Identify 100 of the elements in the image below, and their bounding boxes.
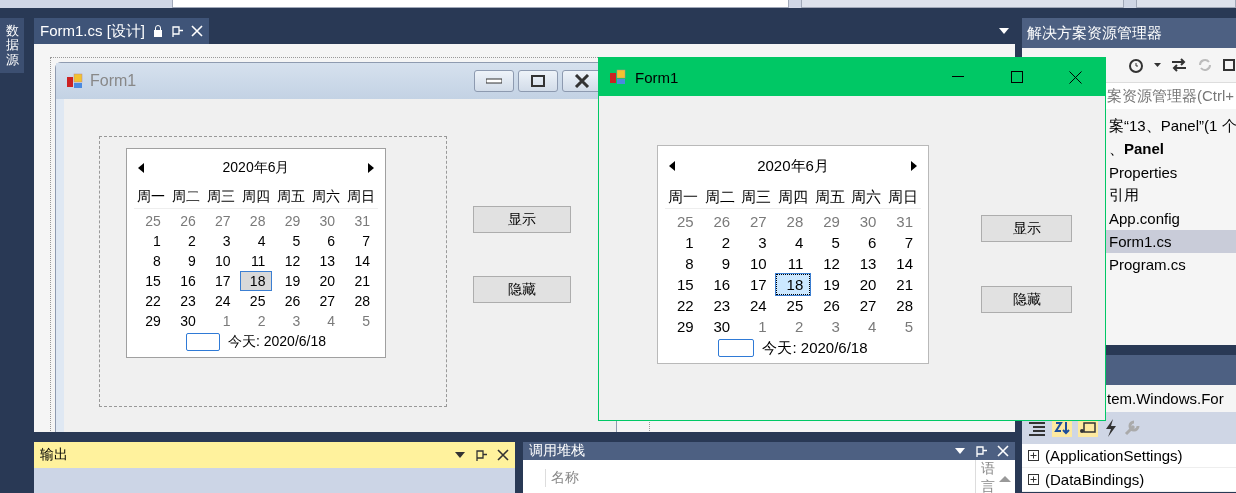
day-cell[interactable]: 10 — [204, 251, 238, 271]
day-cell[interactable]: 27 — [309, 291, 343, 311]
day-cell[interactable]: 19 — [812, 274, 847, 295]
day-cell[interactable]: 3 — [204, 231, 238, 251]
day-cell[interactable]: 8 — [135, 251, 168, 271]
day-cell[interactable]: 28 — [775, 211, 811, 232]
day-cell[interactable]: 25 — [239, 291, 273, 311]
day-cell[interactable]: 9 — [169, 251, 203, 271]
day-cell[interactable]: 7 — [885, 232, 920, 253]
day-cell[interactable]: 1 — [666, 232, 701, 253]
day-cell[interactable]: 18 — [775, 274, 811, 295]
day-cell[interactable]: 11 — [775, 253, 811, 274]
day-cell[interactable]: 22 — [666, 295, 701, 316]
tree-item[interactable]: Program.cs — [1106, 253, 1236, 276]
day-cell[interactable]: 19 — [274, 271, 308, 291]
expand-icon[interactable] — [1028, 474, 1039, 485]
day-cell[interactable]: 20 — [309, 271, 343, 291]
lightning-icon[interactable] — [1104, 419, 1118, 437]
day-cell[interactable]: 29 — [666, 316, 701, 337]
day-cell[interactable]: 21 — [885, 274, 920, 295]
tree-item[interactable]: App.config — [1106, 207, 1236, 230]
maximize-button[interactable] — [518, 70, 558, 92]
form-button[interactable]: 隐藏 — [981, 286, 1072, 313]
day-cell[interactable]: 5 — [812, 232, 847, 253]
day-cell[interactable]: 30 — [848, 211, 884, 232]
day-cell[interactable]: 7 — [344, 231, 377, 251]
day-cell[interactable]: 5 — [274, 231, 308, 251]
day-cell[interactable]: 13 — [309, 251, 343, 271]
day-cell[interactable]: 26 — [169, 211, 203, 231]
day-cell[interactable]: 4 — [309, 311, 343, 331]
lock-icon[interactable] — [153, 25, 163, 37]
day-cell[interactable]: 4 — [239, 231, 273, 251]
day-cell[interactable]: 2 — [239, 311, 273, 331]
day-cell[interactable]: 13 — [848, 253, 884, 274]
day-cell[interactable]: 1 — [739, 316, 774, 337]
close-icon[interactable] — [497, 449, 509, 461]
day-cell[interactable]: 17 — [204, 271, 238, 291]
day-cell[interactable]: 10 — [739, 253, 774, 274]
column-header[interactable]: 语言 — [975, 460, 995, 493]
day-cell[interactable]: 11 — [239, 251, 273, 271]
tree-item[interactable]: Properties — [1106, 161, 1236, 184]
day-cell[interactable]: 25 — [666, 211, 701, 232]
tree-item[interactable]: Form1.cs — [1106, 230, 1236, 253]
day-cell[interactable]: 16 — [169, 271, 203, 291]
form-button[interactable]: 隐藏 — [473, 276, 571, 303]
day-cell[interactable]: 1 — [135, 231, 168, 251]
pin-icon[interactable] — [475, 449, 487, 461]
day-cell[interactable]: 12 — [274, 251, 308, 271]
day-cell[interactable]: 26 — [702, 211, 738, 232]
document-tab[interactable]: Form1.cs [设计] — [34, 18, 209, 44]
day-cell[interactable]: 3 — [274, 311, 308, 331]
expand-icon[interactable] — [1028, 450, 1039, 461]
dropdown-icon[interactable] — [455, 452, 465, 458]
day-cell[interactable]: 31 — [344, 211, 377, 231]
day-cell[interactable]: 15 — [666, 274, 701, 295]
form-button[interactable]: 显示 — [981, 215, 1072, 242]
day-cell[interactable]: 8 — [666, 253, 701, 274]
search-field[interactable]: 案资源管理器(Ctrl+ — [1106, 83, 1236, 109]
history-icon[interactable] — [1126, 57, 1144, 73]
day-cell[interactable]: 12 — [812, 253, 847, 274]
categorized-icon[interactable] — [1028, 420, 1046, 436]
day-cell[interactable]: 5 — [344, 311, 377, 331]
tree-item[interactable]: 案“13、Panel”(1 个 — [1106, 115, 1236, 138]
dropdown-icon[interactable] — [999, 28, 1009, 34]
day-cell[interactable]: 26 — [812, 295, 847, 316]
day-cell[interactable]: 6 — [848, 232, 884, 253]
day-cell[interactable]: 23 — [169, 291, 203, 311]
day-cell[interactable]: 20 — [848, 274, 884, 295]
day-cell[interactable]: 2 — [169, 231, 203, 251]
day-cell[interactable]: 3 — [812, 316, 847, 337]
day-cell[interactable]: 2 — [702, 232, 738, 253]
month-calendar[interactable]: 2020年6月 周一 周二 周三 周四 周五 周六 周日 25 26 27 28 29 30 31 1 2 3 4 5 6 7 8 9 10 11 12 13 14 15 16 17 18 19 20 21 22 23 24 25 26 27 28 29 30 1 2 3 4 5 今天: 2020/6/18 — [657, 145, 929, 364]
day-cell[interactable]: 27 — [739, 211, 774, 232]
day-cell[interactable]: 27 — [848, 295, 884, 316]
day-cell[interactable]: 22 — [135, 291, 168, 311]
form-button[interactable]: 显示 — [473, 206, 571, 233]
today-label[interactable]: 今天: 2020/6/18 — [762, 338, 868, 358]
day-cell[interactable]: 5 — [885, 316, 920, 337]
day-cell[interactable]: 14 — [885, 253, 920, 274]
side-tab[interactable]: 数据源 — [0, 18, 24, 73]
day-cell[interactable]: 29 — [135, 311, 168, 331]
day-cell[interactable]: 25 — [135, 211, 168, 231]
tree-item[interactable]: 引用 — [1106, 184, 1236, 207]
day-cell[interactable]: 26 — [274, 291, 308, 311]
day-cell[interactable]: 9 — [702, 253, 738, 274]
day-cell[interactable]: 4 — [775, 232, 811, 253]
next-month-icon[interactable] — [911, 161, 917, 171]
day-cell[interactable]: 16 — [702, 274, 738, 295]
day-cell[interactable]: 31 — [885, 211, 920, 232]
day-cell[interactable]: 3 — [739, 232, 774, 253]
day-cell[interactable]: 23 — [702, 295, 738, 316]
day-cell[interactable]: 27 — [204, 211, 238, 231]
day-cell[interactable]: 24 — [739, 295, 774, 316]
day-cell[interactable]: 17 — [739, 274, 774, 295]
sync-icon[interactable] — [1171, 58, 1187, 72]
column-header[interactable]: 名称 — [545, 469, 975, 487]
day-cell[interactable]: 30 — [169, 311, 203, 331]
dropdown-icon[interactable] — [1154, 63, 1161, 67]
day-cell[interactable]: 24 — [204, 291, 238, 311]
day-cell[interactable]: 15 — [135, 271, 168, 291]
